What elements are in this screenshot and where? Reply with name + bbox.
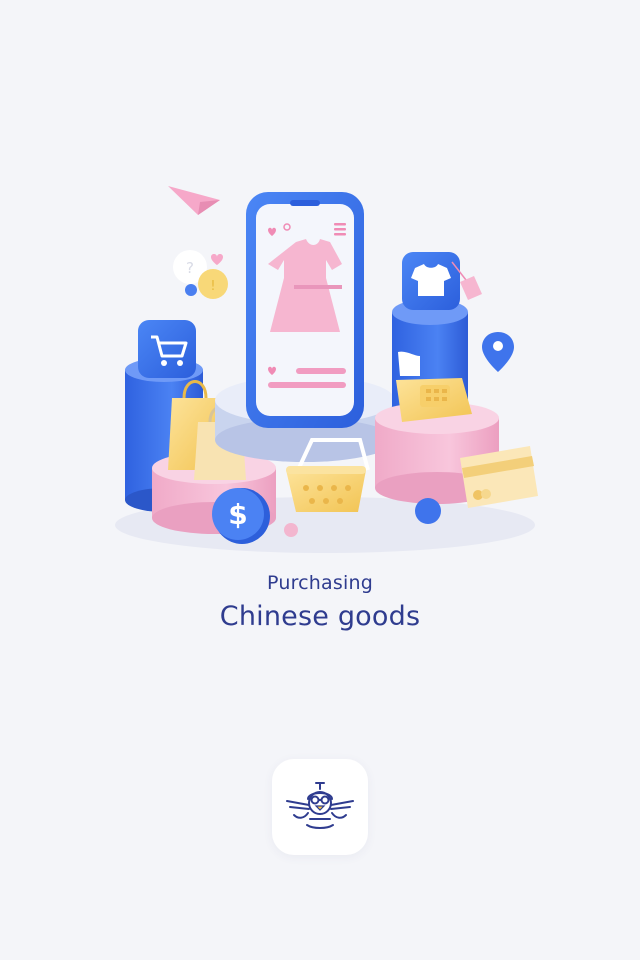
chat-bubble-icon: ? !	[173, 250, 228, 299]
shopping-illustration: ? ! $	[100, 170, 550, 560]
caption-subtitle: Purchasing	[267, 572, 373, 594]
svg-text:?: ?	[186, 259, 194, 277]
paper-plane-icon	[168, 186, 220, 215]
cart-icon	[138, 320, 196, 378]
app-logo	[272, 759, 368, 855]
phone-illustration	[246, 192, 364, 428]
caption-title: Chinese goods	[219, 601, 421, 632]
location-pin-icon	[482, 332, 514, 372]
decor-ball	[415, 498, 441, 524]
decor-ball	[284, 523, 298, 537]
tshirt-icon	[402, 252, 482, 310]
svg-text:!: !	[210, 279, 215, 294]
svg-text:$: $	[228, 498, 247, 531]
duck-pilot-logo-icon	[286, 782, 354, 829]
